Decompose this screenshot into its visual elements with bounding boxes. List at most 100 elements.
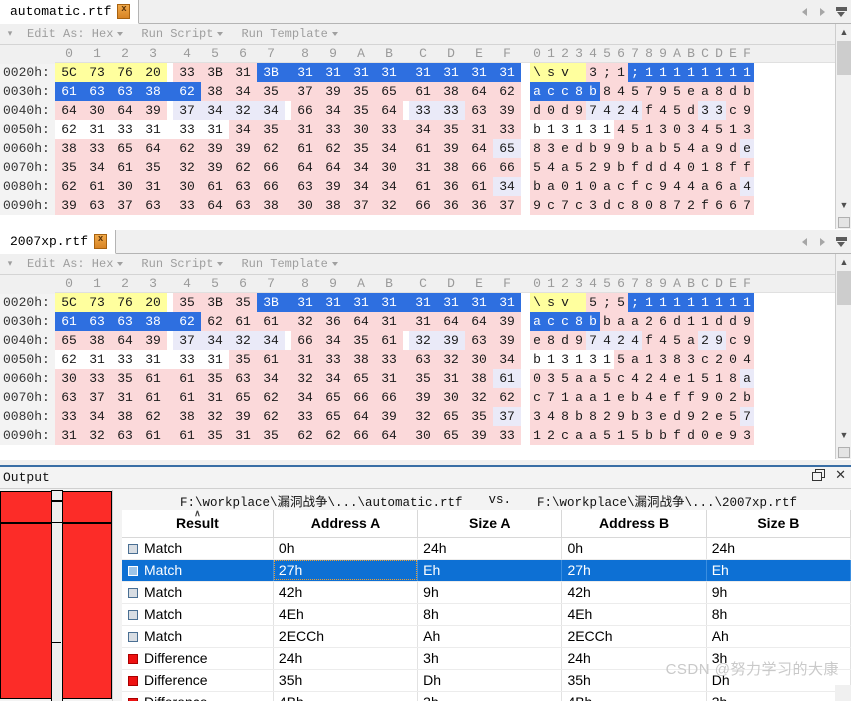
hex-byte[interactable]: 35 [347, 101, 375, 120]
ascii-char[interactable]: 0 [698, 426, 712, 445]
ascii-char[interactable]: 5 [600, 369, 614, 388]
hex-byte[interactable]: 39 [139, 101, 167, 120]
hex-row[interactable]: 0040h: 65 38 64 39 37 34 32 34 66 34 35 61 32 39 63 39 e 8… [0, 331, 851, 350]
hex-byte[interactable]: 32 [83, 426, 111, 445]
ascii-char[interactable]: 9 [740, 101, 754, 120]
ascii-char[interactable]: 1 [684, 312, 698, 331]
hex-byte[interactable]: 32 [173, 158, 201, 177]
ascii-char[interactable]: b [586, 82, 600, 101]
hex-byte[interactable]: 34 [347, 177, 375, 196]
hex-byte[interactable]: 63 [229, 196, 257, 215]
ascii-char[interactable]: 0 [726, 350, 740, 369]
hex-byte[interactable]: 32 [229, 331, 257, 350]
tab-scroll-left-icon[interactable] [800, 7, 809, 17]
hex-byte[interactable]: 61 [139, 388, 167, 407]
hex-byte[interactable]: 65 [319, 388, 347, 407]
ascii-bytes[interactable]: 9c7c3dc80872f667 [530, 196, 754, 215]
hex-byte[interactable]: 66 [291, 101, 319, 120]
hex-byte[interactable]: 64 [139, 139, 167, 158]
ascii-char[interactable]: 3 [586, 196, 600, 215]
ascii-char[interactable]: 2 [684, 196, 698, 215]
restore-window-icon[interactable] [812, 469, 826, 481]
ascii-char[interactable]: 4 [544, 407, 558, 426]
ascii-char[interactable]: f [642, 331, 656, 350]
ascii-char[interactable]: a [740, 369, 754, 388]
ascii-char[interactable]: c [558, 82, 572, 101]
scroll-down-icon[interactable]: ▼ [836, 197, 851, 213]
table-row[interactable]: Match 4Eh 8h 4Eh 8h [122, 603, 851, 626]
hex-byte[interactable]: 61 [139, 426, 167, 445]
hex-byte[interactable]: 62 [173, 312, 201, 331]
tab-2007xp-rtf[interactable]: 2007xp.rtf [0, 230, 117, 254]
ascii-char[interactable]: 9 [572, 331, 586, 350]
hex-byte[interactable]: 35 [55, 158, 83, 177]
hex-byte[interactable]: 39 [229, 139, 257, 158]
ascii-char[interactable]: c [544, 82, 558, 101]
ascii-char[interactable]: d [642, 158, 656, 177]
hex-byte[interactable]: 37 [493, 196, 521, 215]
hex-byte[interactable]: 34 [83, 158, 111, 177]
column-header-address-a[interactable]: Address A [273, 510, 419, 538]
ascii-char[interactable]: ; [600, 293, 614, 312]
scroll-thumb[interactable] [837, 271, 851, 305]
ascii-char[interactable]: 3 [656, 350, 670, 369]
ascii-char[interactable]: 4 [614, 120, 628, 139]
hex-byte[interactable]: 31 [229, 63, 257, 82]
hex-byte[interactable]: 39 [493, 312, 521, 331]
ascii-char[interactable]: 1 [670, 63, 684, 82]
hex-byte[interactable]: 35 [465, 407, 493, 426]
ascii-char[interactable]: 9 [712, 139, 726, 158]
hex-byte[interactable]: 38 [139, 82, 167, 101]
hex-row[interactable]: 0050h: 62 31 33 31 33 31 35 61 31 33 38 33 63 32 30 34 b 1… [0, 350, 851, 369]
hex-byte[interactable]: 63 [55, 388, 83, 407]
hex-byte[interactable]: 63 [111, 82, 139, 101]
ascii-char[interactable]: 4 [628, 101, 642, 120]
hex-byte[interactable]: 31 [139, 120, 167, 139]
hex-byte[interactable]: 66 [347, 388, 375, 407]
ascii-char[interactable]: 8 [712, 158, 726, 177]
ascii-char[interactable]: 8 [530, 139, 544, 158]
hex-byte[interactable]: 66 [493, 158, 521, 177]
hex-byte[interactable]: 31 [409, 293, 437, 312]
ascii-char[interactable]: \ [530, 63, 544, 82]
hex-byte[interactable]: 62 [173, 82, 201, 101]
ascii-char[interactable]: 4 [544, 158, 558, 177]
ascii-char[interactable]: 5 [670, 139, 684, 158]
ascii-char[interactable]: 5 [726, 407, 740, 426]
hex-byte[interactable]: 63 [465, 331, 493, 350]
table-row[interactable]: Match 0h 24h 0h 24h [122, 537, 851, 560]
hex-byte[interactable]: 64 [465, 82, 493, 101]
ascii-char[interactable]: 2 [614, 331, 628, 350]
hex-row[interactable]: 0020h: 5C 73 76 20 33 3B 31 3B 31 31 31 31 31 31 31 31 \ s… [0, 63, 851, 82]
hex-byte[interactable]: 31 [291, 350, 319, 369]
ascii-char[interactable]: 7 [642, 82, 656, 101]
ascii-char[interactable]: b [628, 388, 642, 407]
hex-byte[interactable]: 39 [319, 177, 347, 196]
ascii-char[interactable]: b [530, 177, 544, 196]
ascii-char[interactable]: f [642, 101, 656, 120]
ascii-char[interactable]: e [740, 139, 754, 158]
hex-byte[interactable]: 37 [291, 82, 319, 101]
hex-byte[interactable]: 64 [375, 426, 403, 445]
ascii-char[interactable]: e [712, 426, 726, 445]
hex-byte[interactable]: 32 [291, 369, 319, 388]
hex-byte[interactable]: 3B [201, 293, 229, 312]
edit-as-dropdown-1[interactable]: Edit As: Hex [18, 27, 132, 41]
hex-byte[interactable]: 34 [201, 101, 229, 120]
hex-row[interactable]: 0050h: 62 31 33 31 33 31 34 35 31 33 30 33 34 35 31 33 b 1… [0, 120, 851, 139]
hex-byte[interactable]: 31 [375, 369, 403, 388]
scroll-up-icon[interactable]: ▲ [836, 254, 851, 270]
hex-byte[interactable]: 76 [111, 293, 139, 312]
hex-byte[interactable]: 62 [55, 177, 83, 196]
ascii-char[interactable]: 1 [642, 63, 656, 82]
hex-byte[interactable]: 33 [111, 120, 139, 139]
hex-byte[interactable]: 34 [291, 388, 319, 407]
hex-byte[interactable]: 64 [465, 139, 493, 158]
ascii-char[interactable]: 1 [726, 120, 740, 139]
hex-byte[interactable]: 5C [55, 63, 83, 82]
ascii-char[interactable]: 8 [558, 407, 572, 426]
hex-byte[interactable]: 3B [257, 63, 285, 82]
hex-byte[interactable]: 39 [55, 196, 83, 215]
hex-byte[interactable]: 33 [83, 139, 111, 158]
ascii-char[interactable]: 1 [600, 350, 614, 369]
